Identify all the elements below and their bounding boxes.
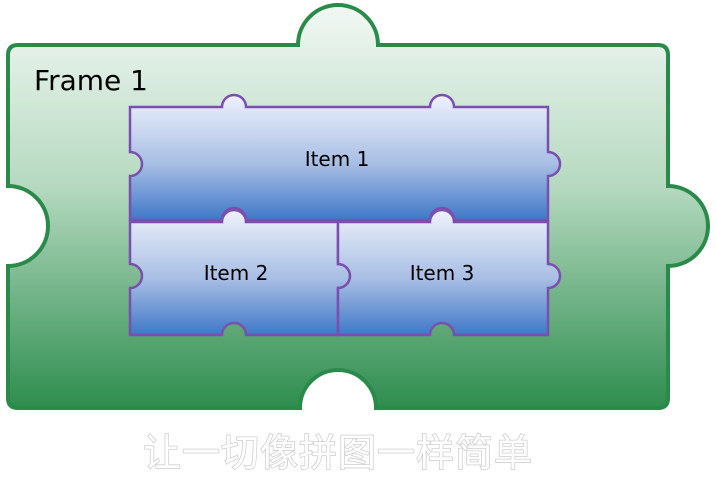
item-2-piece: Item 2 (128, 208, 352, 337)
item-3-piece: Item 3 (336, 208, 562, 337)
item-3-label: Item 3 (410, 261, 475, 285)
item-2-label: Item 2 (204, 261, 269, 285)
item-1-label: Item 1 (305, 147, 370, 171)
frame-title: Frame 1 (34, 64, 148, 97)
caption-text: 让一切像拼图一样简单 (143, 431, 533, 475)
item-1-piece: Item 1 (128, 93, 562, 222)
puzzle-diagram: Frame 1 Item 1 Item 2 Item 3 让一切像拼图一样简单 (6, 3, 710, 476)
